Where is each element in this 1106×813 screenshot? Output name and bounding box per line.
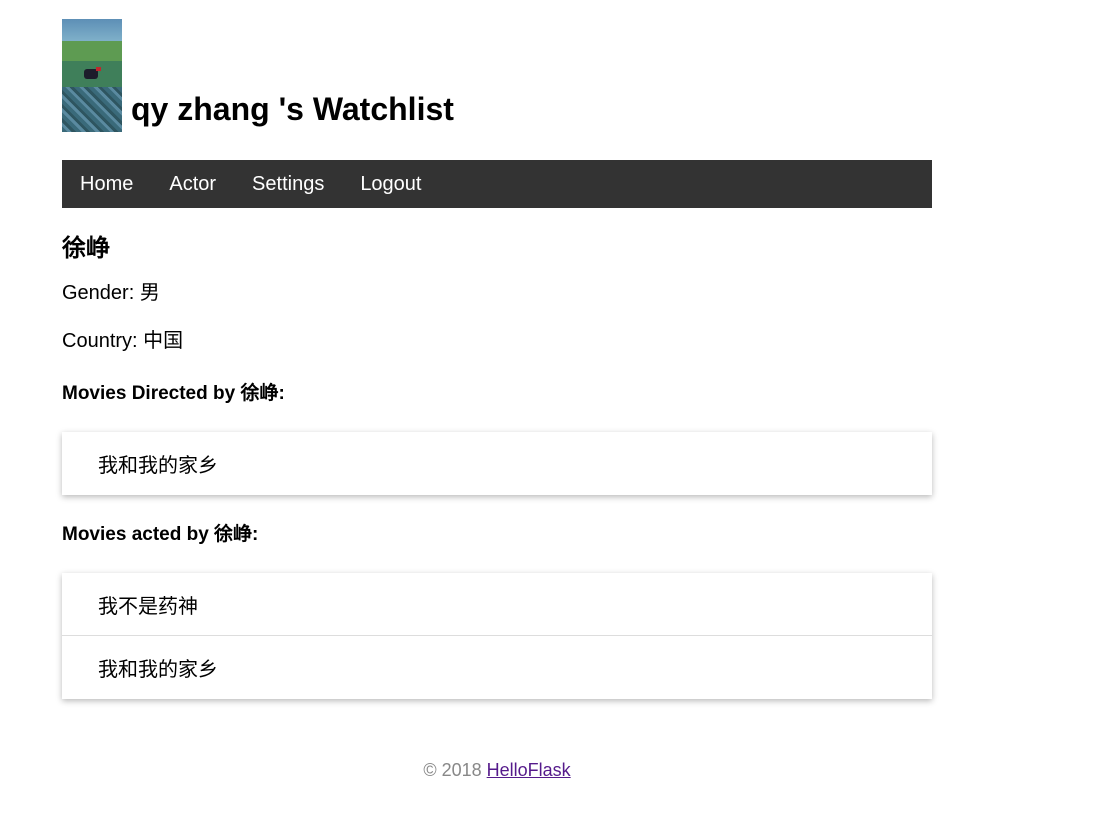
navbar: Home Actor Settings Logout — [62, 160, 932, 208]
footer: © 2018 HelloFlask — [0, 759, 994, 781]
nav-settings-link[interactable]: Settings — [252, 160, 324, 208]
nav-actor-link[interactable]: Actor — [169, 160, 216, 208]
list-item: 我和我的家乡 — [62, 636, 932, 699]
header: qy zhang 's Watchlist — [62, 13, 932, 132]
actor-name: 徐峥 — [62, 235, 110, 262]
page-title: qy zhang 's Watchlist — [131, 91, 454, 127]
movie-title: 我和我的家乡 — [98, 455, 218, 477]
list-item: 我和我的家乡 — [62, 432, 932, 495]
acted-movie-list: 我不是药神 我和我的家乡 — [62, 573, 932, 699]
acted-heading: Movies acted by 徐峥: — [62, 524, 259, 545]
avatar — [62, 19, 122, 132]
nav-home-link[interactable]: Home — [80, 160, 133, 208]
helloflask-link[interactable]: HelloFlask — [487, 760, 571, 780]
directed-movie-list: 我和我的家乡 — [62, 432, 932, 495]
movie-title: 我不是药神 — [98, 595, 198, 618]
list-item: 我不是药神 — [62, 573, 932, 636]
nav-logout-link[interactable]: Logout — [360, 160, 421, 208]
country-value: 中国 — [143, 330, 184, 352]
gender-value: 男 — [139, 282, 160, 304]
directed-heading: Movies Directed by 徐峥: — [62, 383, 285, 404]
country-label: Country: — [62, 330, 138, 352]
page: qy zhang 's Watchlist Home Actor Setting… — [62, 13, 932, 699]
movie-title: 我和我的家乡 — [98, 659, 218, 681]
gender-label: Gender: — [62, 282, 135, 304]
copyright-text: © 2018 — [423, 760, 482, 780]
country-info: Country: 中国 — [62, 328, 932, 354]
gender-info: Gender: 男 — [62, 280, 932, 306]
